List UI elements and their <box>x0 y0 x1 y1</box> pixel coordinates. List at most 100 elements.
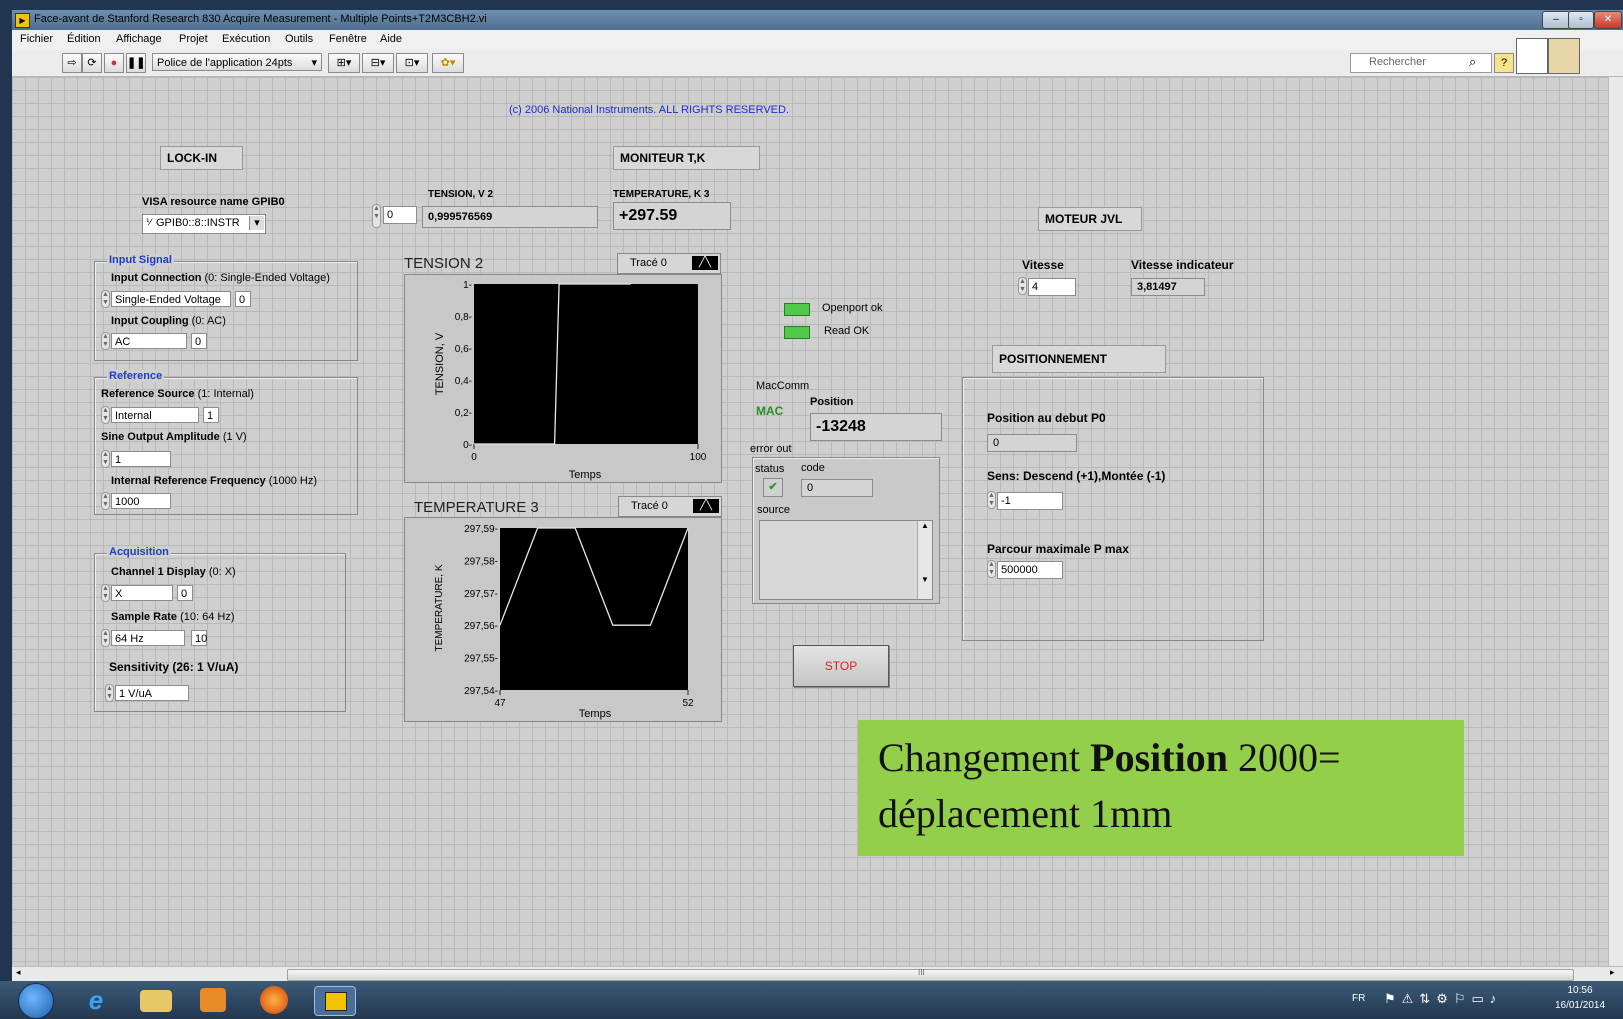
clock-date[interactable]: 16/01/2014 <box>1550 1000 1610 1011</box>
channel-display-ring[interactable]: X <box>111 585 173 601</box>
spinner-icon[interactable]: ▲ ▼ <box>101 406 110 424</box>
graph2-ytick-label: 297,55- <box>464 654 498 665</box>
search-input[interactable]: Rechercher ⌕ <box>1350 53 1492 73</box>
sample-rate-num: 10 <box>191 630 207 646</box>
horizontal-scrollbar[interactable]: III ◂ ▸ <box>12 966 1623 982</box>
input-coupling-ring[interactable]: AC <box>111 333 187 349</box>
scroll-left-icon[interactable]: ◂ <box>16 967 21 978</box>
menu-aide[interactable]: Aide <box>380 33 402 45</box>
spinner-icon[interactable]: ▲ ▼ <box>1018 277 1027 295</box>
search-icon[interactable]: ⌕ <box>1469 54 1476 70</box>
input-connection-num: 0 <box>235 291 251 307</box>
sample-rate-ring[interactable]: 64 Hz <box>111 630 185 646</box>
reference-source-label: Reference Source (1: Internal) <box>101 388 254 400</box>
clock-time[interactable]: 10:56 <box>1550 985 1610 996</box>
firefox-icon[interactable] <box>260 986 288 1014</box>
tray-icons[interactable]: ⚑⚠⇅⚙⚐▭♪ <box>1384 991 1502 1007</box>
spinner-icon[interactable]: ▲ ▼ <box>101 332 110 350</box>
graph2-legend-label: Tracé 0 <box>631 500 668 512</box>
reorder-icon[interactable]: ✿▾ <box>432 53 464 73</box>
taskbar: e FR ⚑⚠⇅⚙⚐▭♪ 10:56 16/01/2014 <box>0 981 1623 1019</box>
help-icon[interactable]: ? <box>1494 53 1514 73</box>
visa-resource-select[interactable]: ⅟ GPIB0::8::INSTR ▾ <box>142 214 266 234</box>
openport-led <box>784 303 810 316</box>
scroll-right-icon[interactable]: ▸ <box>1610 967 1615 978</box>
language-indicator[interactable]: FR <box>1352 993 1365 1004</box>
horizontal-scroll-thumb[interactable]: III <box>287 968 1574 981</box>
resize-objects-icon[interactable]: ⊡▾ <box>396 53 428 73</box>
reference-cluster: Reference Reference Source (1: Internal)… <box>94 370 358 515</box>
vitesse-input[interactable]: 4 <box>1028 278 1076 296</box>
graph1-frame: 0- 0,2- 0,4- 0,6- 0,8- 1- 0 100 Temps TENSION,… <box>404 274 722 483</box>
sample-rate-hint: (10: 64 Hz) <box>180 611 235 623</box>
spinner-icon[interactable]: ▲ ▼ <box>101 629 110 647</box>
distribute-objects-icon[interactable]: ⊟▾ <box>362 53 394 73</box>
array-index-spinner-icon[interactable]: ▲ ▼ <box>372 204 381 228</box>
sine-amplitude-label-text: Sine Output Amplitude <box>101 431 220 443</box>
error-status-label: status <box>755 463 785 475</box>
abort-icon[interactable]: ● <box>104 53 124 73</box>
spinner-icon[interactable]: ▲ ▼ <box>101 450 110 468</box>
input-connection-hint: (0: Single-Ended Voltage) <box>204 272 330 284</box>
tension-chart: 0- 0,2- 0,4- 0,6- 0,8- 1- 0 100 Temps TENSION,… <box>434 280 707 481</box>
pause-icon[interactable]: ❚❚ <box>126 53 146 73</box>
spinner-icon[interactable]: ▲ ▼ <box>987 491 996 509</box>
file-explorer-icon[interactable] <box>140 990 172 1012</box>
run-continuously-icon[interactable]: ⟳ <box>82 53 102 73</box>
search-placeholder: Rechercher <box>1369 56 1426 68</box>
labview-taskbar-icon[interactable] <box>314 986 356 1016</box>
ref-frequency-input[interactable]: 1000 <box>111 493 171 509</box>
annotation-suffix: 2000= <box>1227 735 1341 780</box>
input-connection-label-text: Input Connection <box>111 272 202 284</box>
graph1-title: TENSION 2 <box>404 255 484 272</box>
ref-frequency-label: Internal Reference Frequency (1000 Hz) <box>111 475 317 487</box>
maximize-button[interactable]: ▫ <box>1568 11 1594 29</box>
close-button[interactable]: ✕ <box>1594 11 1622 29</box>
align-objects-icon[interactable]: ⊞▾ <box>328 53 360 73</box>
menu-fichier[interactable]: Fichier <box>20 33 53 45</box>
stop-button[interactable]: STOP <box>793 645 889 687</box>
sine-amplitude-input[interactable]: 1 <box>111 451 171 467</box>
vertical-scrollbar[interactable] <box>1608 77 1623 966</box>
spinner-icon[interactable]: ▲ ▼ <box>101 492 110 510</box>
reference-source-ring[interactable]: Internal <box>111 407 199 423</box>
lockin-label: LOCK-IN <box>160 146 243 170</box>
maccomm-label: MacComm <box>756 380 810 392</box>
run-arrow-icon[interactable]: ⇨ <box>62 53 82 73</box>
start-button-icon[interactable] <box>18 983 54 1019</box>
ref-frequency-hint: (1000 Hz) <box>268 475 318 487</box>
channel-display-hint: (0: X) <box>208 566 236 578</box>
graph1-legend-label: Tracé 0 <box>630 257 667 269</box>
tension-label: TENSION, V 2 <box>428 189 494 200</box>
pmax-input[interactable]: 500000 <box>997 561 1063 579</box>
graph1-plot-area <box>474 284 698 444</box>
array-index-input[interactable]: 0 <box>383 206 417 224</box>
media-player-icon[interactable] <box>200 988 226 1012</box>
menu-affichage[interactable]: Affichage <box>116 33 162 45</box>
spinner-icon[interactable]: ▲ ▼ <box>105 684 114 702</box>
minimize-button[interactable]: – <box>1542 11 1570 29</box>
menu-projet[interactable]: Projet <box>179 33 208 45</box>
menu-execution[interactable]: Exécution <box>222 33 270 45</box>
error-source-scrollbar[interactable]: ▲ ▼ <box>917 521 932 599</box>
sensitivity-ring[interactable]: 1 V/uA <box>115 685 189 701</box>
plot-style-icon[interactable]: ╱╲ <box>692 256 718 270</box>
internet-explorer-icon[interactable]: e <box>80 986 112 1014</box>
graph1-xtick-label: 100 <box>690 452 707 463</box>
input-connection-ring[interactable]: Single-Ended Voltage <box>111 291 231 307</box>
sens-input[interactable]: -1 <box>997 492 1063 510</box>
graph2-ytick-label: 297,58- <box>464 556 498 567</box>
graph2-title: TEMPERATURE 3 <box>414 499 539 516</box>
menu-edition[interactable]: Édition <box>67 33 101 45</box>
plot-style-icon[interactable]: ╱╲ <box>693 499 719 513</box>
menu-fenetre[interactable]: Fenêtre <box>329 33 367 45</box>
annotation-prefix: Changement <box>878 735 1091 780</box>
spinner-icon[interactable]: ▲ ▼ <box>101 584 110 602</box>
menu-outils[interactable]: Outils <box>285 33 313 45</box>
font-select-label: Police de l'application 24pts <box>157 57 293 69</box>
spinner-icon[interactable]: ▲ ▼ <box>101 290 110 308</box>
font-select[interactable]: Police de l'application 24pts ▾ <box>152 53 322 71</box>
spinner-icon[interactable]: ▲ ▼ <box>987 560 996 578</box>
vi-icon <box>1516 38 1548 74</box>
input-coupling-label: Input Coupling (0: AC) <box>111 315 226 327</box>
